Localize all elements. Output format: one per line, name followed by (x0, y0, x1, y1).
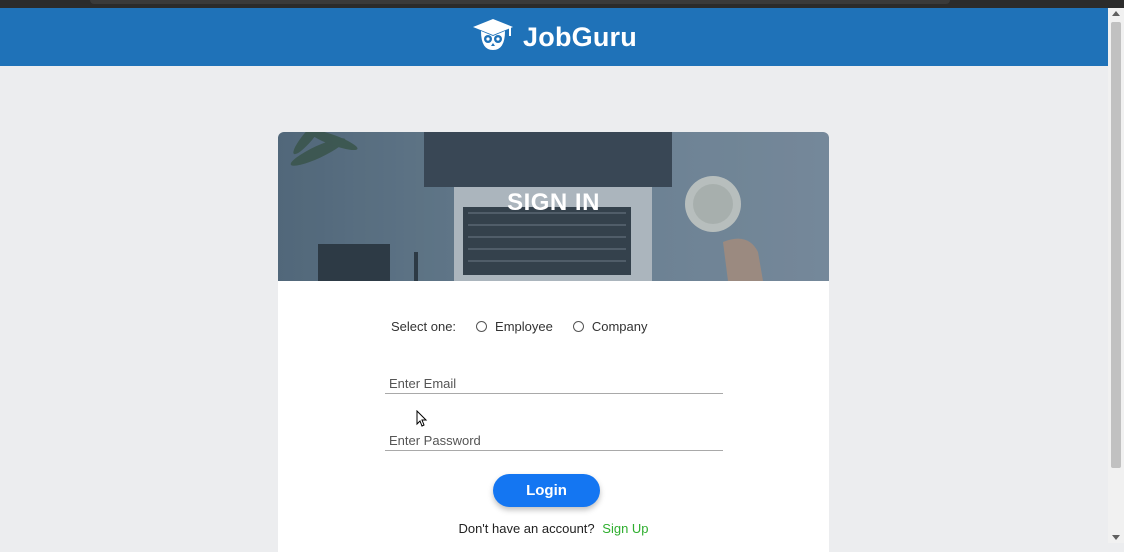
employee-radio[interactable] (476, 321, 488, 332)
page-scrollbar[interactable] (1108, 8, 1124, 543)
employee-label: Employee (495, 319, 553, 334)
signup-prompt-text: Don't have an account? (458, 521, 595, 536)
password-input[interactable] (385, 433, 727, 450)
scroll-up-arrow-icon[interactable] (1112, 11, 1120, 16)
signin-banner-image: SIGN IN (278, 132, 829, 281)
browser-top-strip (0, 0, 1124, 8)
signin-card: SIGN IN Select one: Employee Company Log… (278, 132, 829, 552)
signup-link[interactable]: Sign Up (602, 521, 648, 536)
company-radio[interactable] (572, 321, 584, 332)
brand-title: JobGuru (523, 21, 637, 52)
signin-title: SIGN IN (507, 189, 600, 216)
signup-prompt-row: Don't have an account? Sign Up (278, 521, 829, 536)
email-field-wrapper (385, 375, 727, 394)
email-input[interactable] (385, 376, 727, 393)
password-field-wrapper (385, 432, 727, 451)
login-button[interactable]: Login (493, 474, 600, 507)
signin-form: Select one: Employee Company Login Don't… (278, 281, 829, 552)
role-selector: Select one: Employee Company (391, 319, 668, 334)
role-option-company[interactable]: Company (572, 319, 648, 334)
site-header: JobGuru (0, 8, 1108, 66)
browser-tab-bar (90, 0, 950, 4)
role-option-employee[interactable]: Employee (476, 319, 553, 334)
role-select-label: Select one: (391, 319, 457, 334)
scroll-down-arrow-icon[interactable] (1112, 535, 1120, 540)
brand-logo[interactable]: JobGuru (471, 17, 637, 58)
scrollbar-thumb[interactable] (1111, 22, 1121, 468)
owl-graduation-cap-icon (471, 17, 515, 58)
mouse-cursor-icon (416, 409, 428, 433)
company-label: Company (591, 319, 648, 334)
